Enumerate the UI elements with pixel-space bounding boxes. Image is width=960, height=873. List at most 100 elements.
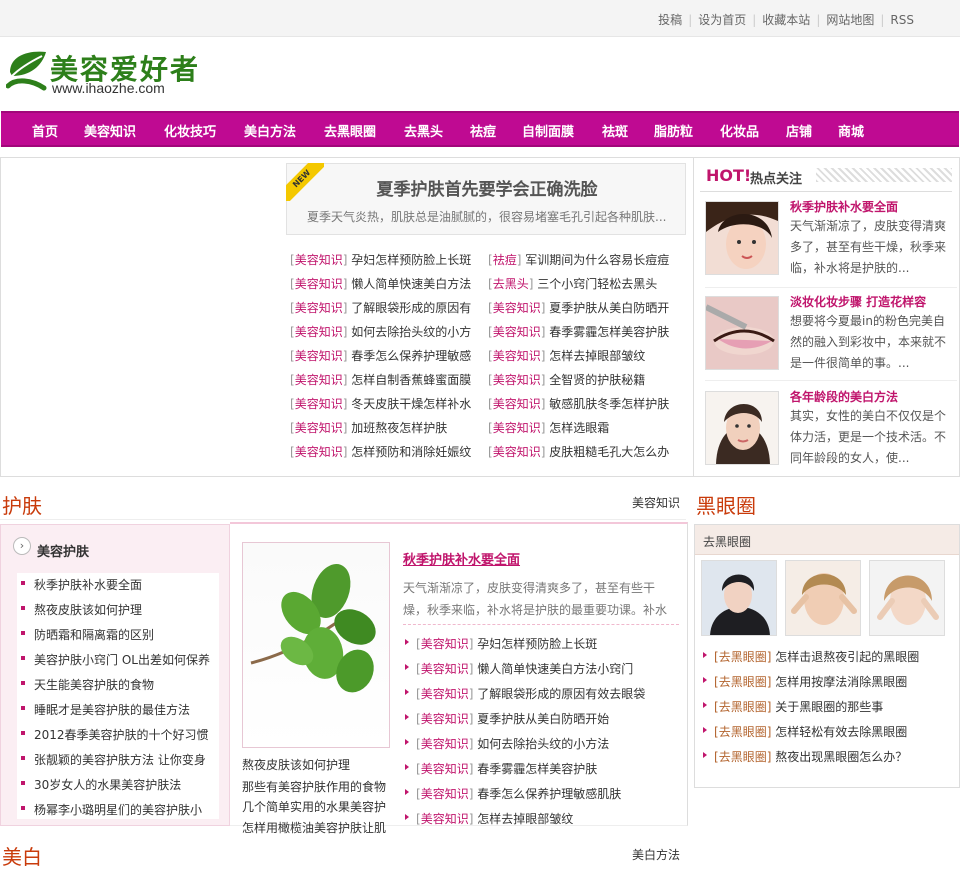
news-item[interactable]: [美容知识] 懒人简单快速美白方法小窍门 [416,660,633,677]
news-item[interactable]: [去黑眼圈] 怎样轻松有效去除黑眼圈 [714,723,907,740]
nav-diy-mask[interactable]: 自制面膜 [522,121,574,140]
image-caption[interactable]: 怎样用橄榄油美容护肤让肌 [242,819,386,836]
news-item[interactable]: [美容知识] 了解眼袋形成的原因有 [290,299,471,316]
news-item[interactable]: [美容知识] 春季雾霾怎样美容护肤 [488,323,669,340]
list-item[interactable]: 张靓颖的美容护肤方法 让你变身 [34,751,206,768]
image-caption[interactable]: 熬夜皮肤该如何护理 [242,756,350,773]
news-item[interactable]: [美容知识] 了解眼袋形成的原因有效去眼袋 [416,685,645,702]
news-item[interactable]: [去黑头] 三个小窍门轻松去黑头 [488,275,657,292]
nav-milia[interactable]: 脂肪粒 [654,121,693,140]
news-item[interactable]: [美容知识] 怎样选眼霜 [488,419,609,436]
news-item[interactable]: [美容知识] 夏季护肤从美白防晒开 [488,299,669,316]
hot-item-photo[interactable] [705,201,779,275]
nav-makeup-tips[interactable]: 化妆技巧 [164,121,216,140]
news-item[interactable]: [去黑眼圈] 熬夜出现黑眼圈怎么办？ [714,748,907,765]
dark-circles-section-title: 黑眼圈 [696,494,756,518]
news-item[interactable]: [美容知识] 全智贤的护肤秘籍 [488,371,645,388]
hot-item-desc: 天气渐渐凉了，皮肤变得清爽多了，甚至有些干燥，秋季来临，补水将是护肤的... [790,219,947,275]
skincare-section-title: 护肤 [2,494,42,518]
new-badge: NEW [286,163,324,201]
list-item[interactable]: 秋季护肤补水要全面 [34,576,142,593]
list-item[interactable]: 防晒霜和隔离霜的区别 [34,626,154,643]
nav-spots[interactable]: 祛斑 [602,121,628,140]
top-bar: 投稿 | 设为首页 | 收藏本站 | 网站地图 | RSS [0,0,960,37]
hot-item-desc: 想要将今夏最in的粉色完美自然的融入到彩妆中，本来就不是一件很简单的事。... [790,314,947,370]
list-item[interactable]: 天生能美容护肤的食物 [34,676,154,693]
news-item[interactable]: [美容知识] 懒人简单快速美白方法 [290,275,471,292]
hot-stripes [816,168,952,182]
site-logo[interactable]: 美容爱好者 www.ihaozhe.com [6,44,216,102]
dark-circles-photo[interactable] [701,560,777,636]
news-item[interactable]: [美容知识] 加班熬夜怎样护肤 [290,419,447,436]
news-item[interactable]: [美容知识] 如何去除抬头纹的小方 [290,323,471,340]
image-caption[interactable]: 几个简单实用的水果美容护 [242,798,386,815]
headline-feature[interactable]: 夏季护肤首先要学会正确洗脸 夏季天气炎热，肌肤总是油腻腻的，很容易堵塞毛孔引起各… [286,163,686,235]
bookmark-link[interactable]: 收藏本站 [762,13,810,27]
hot-item-photo[interactable] [705,296,779,370]
news-item[interactable]: [美容知识] 皮肤粗糙毛孔大怎么办 [488,443,669,460]
sitemap-link[interactable]: 网站地图 [826,13,874,27]
news-item[interactable]: [祛痘] 军训期间为什么容易长痘痘 [488,251,669,268]
list-item[interactable]: 美容护肤小窍门 OL出差如何保养 [34,651,210,668]
news-item[interactable]: [美容知识] 敏感肌肤冬季怎样护肤 [488,395,669,412]
nav-acne[interactable]: 祛痘 [470,121,496,140]
hot-item-title[interactable]: 各年龄段的美白方法 [790,388,898,405]
news-item[interactable]: [美容知识] 如何去除抬头纹的小方法 [416,735,609,752]
nav-blackheads[interactable]: 去黑头 [404,121,443,140]
nav-stores[interactable]: 店铺 [786,121,812,140]
hot-title: 热点关注 [750,172,803,187]
whitening-section-title: 美白 [2,845,42,869]
logo-url: www.ihaozhe.com [52,80,165,96]
hot-item-title[interactable]: 秋季护肤补水要全面 [790,198,898,215]
skincare-more-link[interactable]: 美容知识 [632,494,680,511]
news-item[interactable]: [美容知识] 春季怎么保养护理敏感 [290,347,471,364]
nav-dark-circles[interactable]: 去黑眼圈 [324,121,376,140]
list-item[interactable]: 睡眠才是美容护肤的最佳方法 [34,701,190,718]
nav-cosmetics[interactable]: 化妆品 [720,121,759,140]
nav-home[interactable]: 首页 [32,121,58,140]
list-item[interactable]: 2012春季美容护肤的十个好习惯 [34,726,209,743]
news-item[interactable]: [美容知识] 怎样自制香蕉蜂蜜面膜 [290,371,471,388]
nav-whitening[interactable]: 美白方法 [244,121,296,140]
news-item[interactable]: [美容知识] 孕妇怎样预防脸上长斑 [416,635,597,652]
set-homepage-link[interactable]: 设为首页 [698,13,746,27]
news-item[interactable]: [美容知识] 孕妇怎样预防脸上长斑 [290,251,471,268]
top-links: 投稿 | 设为首页 | 收藏本站 | 网站地图 | RSS [658,13,914,27]
contribute-link[interactable]: 投稿 [658,13,682,27]
headline-title[interactable]: 夏季护肤首先要学会正确洗脸 [287,175,687,200]
hot-item-photo[interactable] [705,391,779,465]
skincare-feature-desc: 天气渐渐凉了，皮肤变得清爽多了，甚至有些干燥，秋季来临，补水将是护肤的最重要功课… [403,581,668,617]
news-item[interactable]: [美容知识] 怎样去掉眼部皱纹 [488,347,645,364]
whitening-more-link[interactable]: 美白方法 [632,846,680,863]
news-item[interactable]: [去黑眼圈] 怎样用按摩法消除黑眼圈 [714,673,907,690]
list-item[interactable]: 杨幂李小璐明星们的美容护肤小 [34,801,202,818]
nav-beauty-knowledge[interactable]: 美容知识 [84,121,136,140]
news-item[interactable]: [去黑眼圈] 怎样击退熬夜引起的黑眼圈 [714,648,919,665]
list-item[interactable]: 熬夜皮肤该如何护理 [34,601,142,618]
dark-circles-photo[interactable] [869,560,945,636]
rss-link[interactable]: RSS [890,13,914,27]
leaf-logo-icon [6,51,47,91]
arrow-right-icon: › [13,537,31,555]
news-item[interactable]: [美容知识] 冬天皮肤干燥怎样补水 [290,395,471,412]
main-nav: 首页 美容知识 化妆技巧 美白方法 去黑眼圈 去黑头 祛痘 自制面膜 祛斑 脂肪… [1,111,959,147]
skincare-divider [0,519,686,520]
news-item[interactable]: [美容知识] 夏季护肤从美白防晒开始 [416,710,609,727]
skincare-list-title: 美容护肤 [37,545,90,560]
hot-item-title[interactable]: 淡妆化妆步骤 打造花样容 [790,293,926,310]
dark-circles-photo[interactable] [785,560,861,636]
dark-circles-box-title: 去黑眼圈 [703,535,752,549]
skincare-feature-title[interactable]: 秋季护肤补水要全面 [403,549,520,568]
news-item[interactable]: [美容知识] 怎样去掉眼部皱纹 [416,810,573,827]
headline-desc: 夏季天气炎热，肌肤总是油腻腻的，很容易堵塞毛孔引起各种肌肤... [307,210,667,224]
hot-item-desc: 其实，女性的美白不仅仅是个体力活，更是一个技术活。不同年龄段的女人，使... [790,409,947,465]
mint-leaf-image[interactable] [242,542,390,748]
news-item[interactable]: [去黑眼圈] 关于黑眼圈的那些事 [714,698,883,715]
nav-mall[interactable]: 商城 [838,121,864,140]
news-item[interactable]: [美容知识] 春季雾霾怎样美容护肤 [416,760,597,777]
hot-label: HOT! [706,166,752,185]
news-item[interactable]: [美容知识] 怎样预防和消除妊娠纹 [290,443,471,460]
news-item[interactable]: [美容知识] 春季怎么保养护理敏感肌肤 [416,785,621,802]
list-item[interactable]: 30岁女人的水果美容护肤法 [34,776,181,793]
image-caption[interactable]: 那些有美容护肤作用的食物 [242,778,386,795]
